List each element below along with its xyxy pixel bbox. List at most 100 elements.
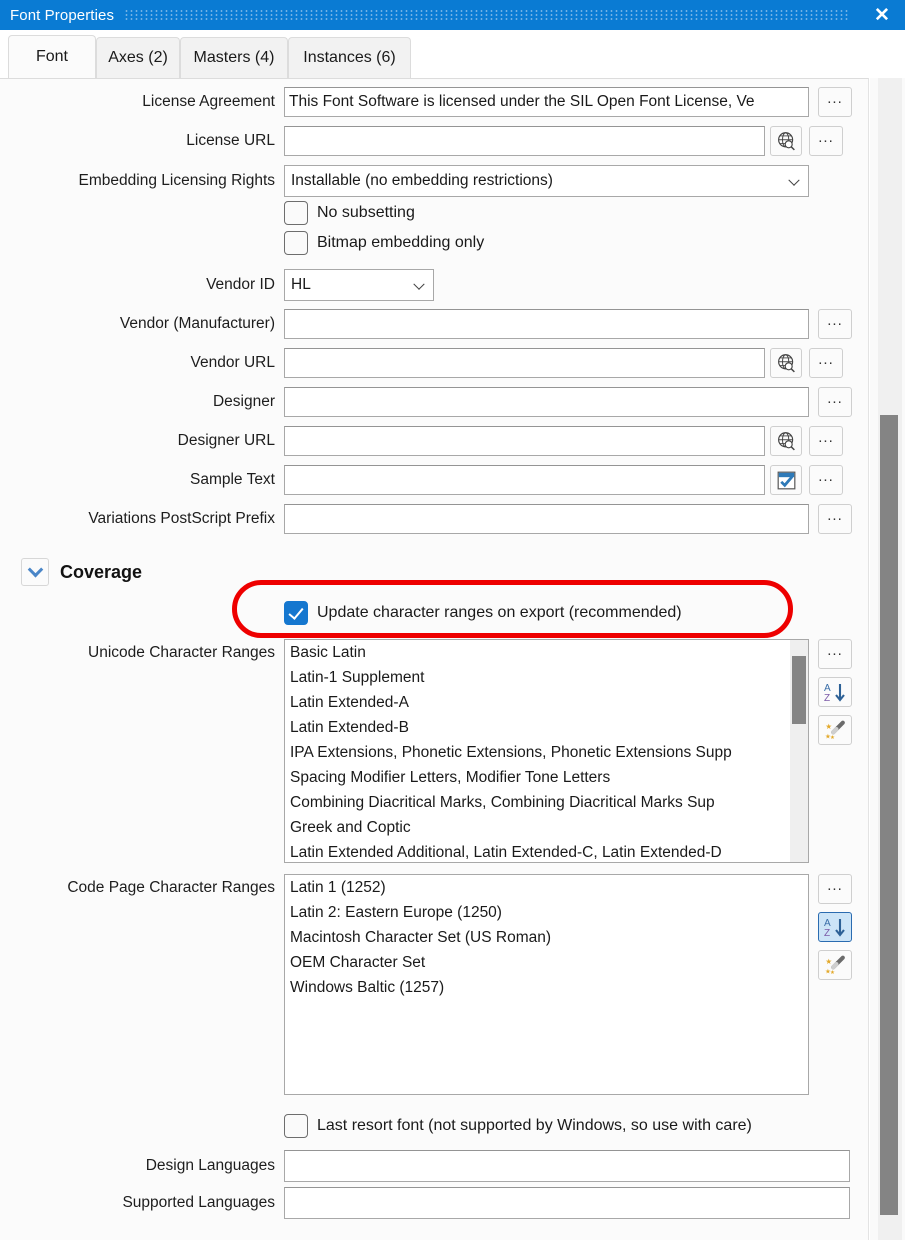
unicode-ranges-magic-wand-button[interactable]: ★ ★ ★: [818, 715, 852, 745]
svg-text:★: ★: [825, 722, 832, 731]
list-item[interactable]: Latin-1 Supplement: [285, 665, 808, 690]
embedding-rights-select[interactable]: Installable (no embedding restrictions): [284, 165, 809, 197]
svg-text:★: ★: [830, 969, 835, 976]
list-item[interactable]: Combining Diacritical Marks, Combining D…: [285, 790, 808, 815]
designer-input[interactable]: [284, 387, 809, 417]
sort-az-icon: A Z: [824, 918, 845, 938]
ellipsis-icon: ...: [818, 350, 834, 368]
license-agreement-ellipsis-button[interactable]: ...: [818, 87, 852, 117]
unicode-ranges-ellipsis-button[interactable]: ...: [818, 639, 852, 669]
vendor-url-globe-button[interactable]: [770, 348, 802, 378]
list-item[interactable]: Latin 1 (1252): [285, 875, 808, 900]
designer-ellipsis-button[interactable]: ...: [818, 387, 852, 417]
list-item[interactable]: Latin Extended-B: [285, 715, 808, 740]
unicode-ranges-sort-az-button[interactable]: A Z: [818, 677, 852, 707]
checkbox-last-resort-font[interactable]: Last resort font (not supported by Windo…: [284, 1114, 752, 1138]
field-vendor-manufacturer: Vendor (Manufacturer) ...: [0, 309, 855, 339]
field-variations-ps-prefix: Variations PostScript Prefix ...: [0, 504, 855, 534]
coverage-disclosure-chevron-down-icon[interactable]: [21, 558, 49, 586]
unicode-ranges-scrollbar[interactable]: [790, 640, 808, 862]
variations-ps-prefix-ellipsis-button[interactable]: ...: [818, 504, 852, 534]
checkbox-update-character-ranges[interactable]: Update character ranges on export (recom…: [284, 601, 682, 625]
field-designer-url: Designer URL ...: [0, 426, 855, 456]
coverage-title: Coverage: [60, 561, 143, 582]
checkbox-bitmap-embedding[interactable]: Bitmap embedding only: [284, 231, 484, 255]
update-character-ranges-checkbox[interactable]: [284, 601, 308, 625]
license-url-input[interactable]: [284, 126, 765, 156]
designer-url-input[interactable]: [284, 426, 765, 456]
design-languages-input[interactable]: [284, 1150, 850, 1182]
title-bar: Font Properties ✕: [0, 0, 905, 30]
ellipsis-icon: ...: [818, 467, 834, 485]
no-subsetting-label: No subsetting: [317, 204, 415, 221]
list-item[interactable]: OEM Character Set: [285, 950, 808, 975]
window-title: Font Properties: [10, 6, 115, 24]
list-item[interactable]: Latin Extended-A: [285, 690, 808, 715]
coverage-section-header: Coverage: [21, 558, 142, 586]
license-url-globe-button[interactable]: [770, 126, 802, 156]
list-item[interactable]: Greek and Coptic: [285, 815, 808, 840]
magic-wand-icon: ★ ★ ★: [824, 955, 845, 976]
vendor-id-select[interactable]: HL: [284, 269, 434, 301]
ellipsis-icon: ...: [827, 389, 843, 407]
field-vendor-id: Vendor ID HL: [0, 269, 434, 301]
vendor-manufacturer-ellipsis-button[interactable]: ...: [818, 309, 852, 339]
panel-scrollbar-thumb[interactable]: [880, 415, 898, 1215]
titlebar-drag-grip[interactable]: [124, 9, 849, 21]
ellipsis-icon: ...: [827, 876, 843, 894]
codepage-ranges-listbox[interactable]: Latin 1 (1252) Latin 2: Eastern Europe (…: [284, 874, 809, 1095]
sample-text-label: Sample Text: [189, 471, 275, 488]
sample-text-input[interactable]: [284, 465, 765, 495]
list-item[interactable]: Latin 2: Eastern Europe (1250): [285, 900, 808, 925]
tab-font[interactable]: Font: [8, 35, 96, 78]
unicode-ranges-scrollbar-thumb[interactable]: [792, 656, 806, 724]
panel-scrollbar[interactable]: [869, 78, 905, 1240]
ellipsis-icon: ...: [827, 506, 843, 524]
no-subsetting-checkbox[interactable]: [284, 201, 308, 225]
sample-text-ellipsis-button[interactable]: ...: [809, 465, 843, 495]
tab-instances[interactable]: Instances (6): [288, 37, 411, 78]
checkbox-no-subsetting[interactable]: No subsetting: [284, 201, 415, 225]
tab-masters[interactable]: Masters (4): [180, 37, 288, 78]
codepage-ranges-label: Code Page Character Ranges: [67, 879, 275, 896]
vendor-url-input[interactable]: [284, 348, 765, 378]
globe-search-icon: [777, 353, 795, 372]
design-languages-label: Design Languages: [145, 1157, 275, 1174]
codepage-ranges-ellipsis-button[interactable]: ...: [818, 874, 852, 904]
license-url-ellipsis-button[interactable]: ...: [809, 126, 843, 156]
svg-text:Z: Z: [824, 693, 830, 703]
list-item[interactable]: IPA Extensions, Phonetic Extensions, Pho…: [285, 740, 808, 765]
unicode-ranges-items: Basic Latin Latin-1 Supplement Latin Ext…: [285, 640, 808, 862]
list-item[interactable]: Windows Baltic (1257): [285, 975, 808, 1000]
bitmap-embedding-checkbox[interactable]: [284, 231, 308, 255]
codepage-ranges-sort-az-button[interactable]: A Z: [818, 912, 852, 942]
list-item[interactable]: Spacing Modifier Letters, Modifier Tone …: [285, 765, 808, 790]
vendor-url-ellipsis-button[interactable]: ...: [809, 348, 843, 378]
tab-axes[interactable]: Axes (2): [96, 37, 180, 78]
vendor-manufacturer-input[interactable]: [284, 309, 809, 339]
field-embedding-rights: Embedding Licensing Rights Installable (…: [0, 165, 855, 197]
update-character-ranges-label: Update character ranges on export (recom…: [317, 604, 682, 621]
license-agreement-input[interactable]: This Font Software is licensed under the…: [284, 87, 809, 117]
supported-languages-input[interactable]: [284, 1187, 850, 1219]
ellipsis-icon: ...: [827, 641, 843, 659]
close-icon[interactable]: ✕: [859, 0, 905, 30]
sample-text-check-button[interactable]: [770, 465, 802, 495]
list-item[interactable]: Basic Latin: [285, 640, 808, 665]
globe-search-icon: [777, 131, 795, 150]
license-url-label: License URL: [186, 132, 275, 149]
vendor-id-value: HL: [291, 276, 311, 293]
codepage-ranges-magic-wand-button[interactable]: ★ ★ ★: [818, 950, 852, 980]
last-resort-font-checkbox[interactable]: [284, 1114, 308, 1138]
last-resort-font-label: Last resort font (not supported by Windo…: [317, 1117, 752, 1134]
unicode-ranges-listbox[interactable]: Basic Latin Latin-1 Supplement Latin Ext…: [284, 639, 809, 863]
field-design-languages: Design Languages: [0, 1150, 855, 1182]
vendor-url-label: Vendor URL: [190, 354, 275, 371]
list-item[interactable]: Macintosh Character Set (US Roman): [285, 925, 808, 950]
list-item[interactable]: Latin Extended Additional, Latin Extende…: [285, 840, 808, 862]
designer-url-ellipsis-button[interactable]: ...: [809, 426, 843, 456]
chevron-down-icon: [788, 174, 800, 186]
variations-ps-prefix-input[interactable]: [284, 504, 809, 534]
designer-url-globe-button[interactable]: [770, 426, 802, 456]
ellipsis-icon: ...: [818, 428, 834, 446]
